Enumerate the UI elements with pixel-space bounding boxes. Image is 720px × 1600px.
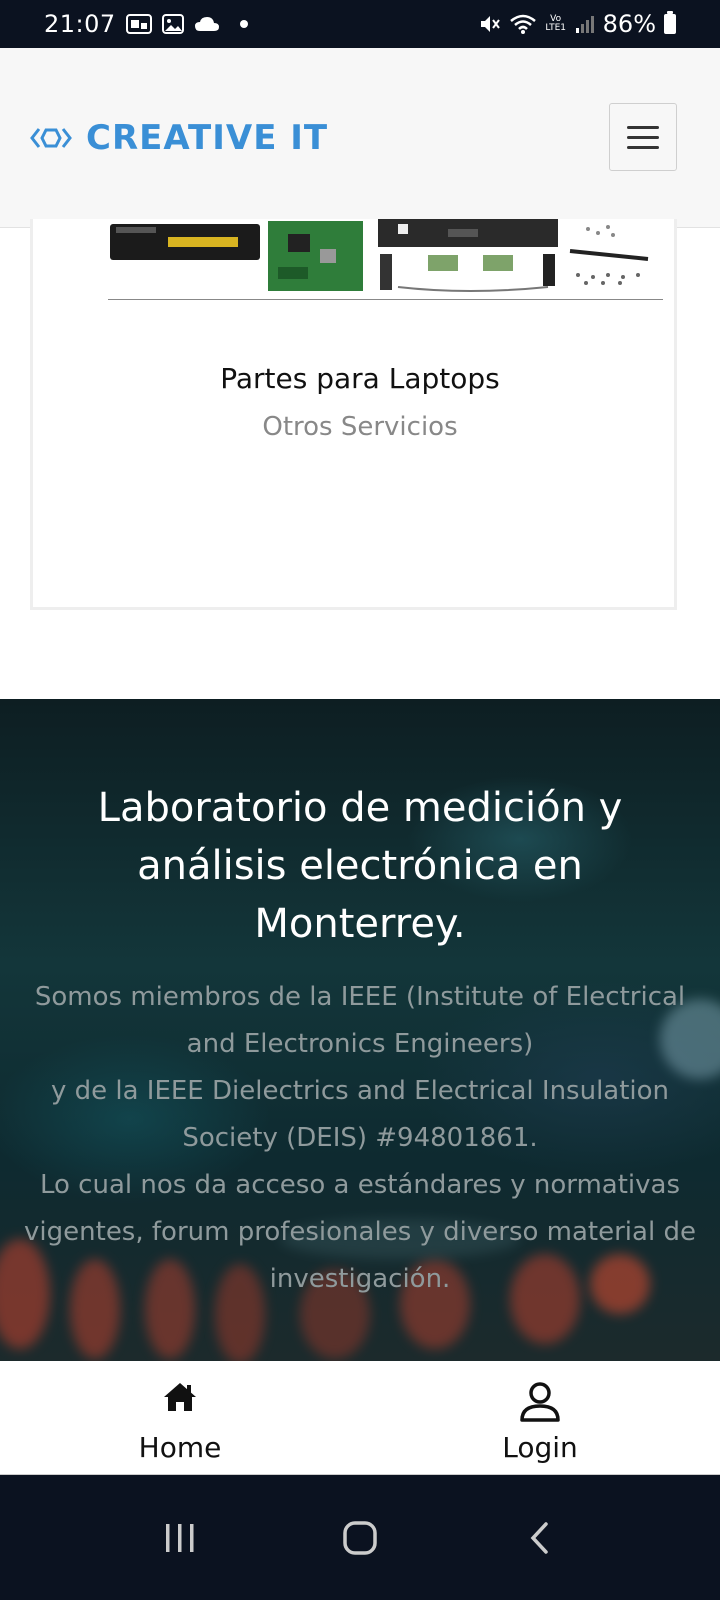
card-title[interactable]: Partes para Laptops <box>0 362 720 395</box>
lab-description: Somos miembros de la IEEE (Institute of … <box>20 974 700 1303</box>
battery-percent: 86% <box>602 10 656 38</box>
nav-login[interactable]: Login <box>360 1361 720 1475</box>
battery-icon <box>664 11 676 34</box>
back-button[interactable] <box>510 1508 570 1568</box>
logo[interactable]: CREATIVE IT <box>30 118 328 158</box>
lab-body-line: y de la IEEE Dielectrics and Electrical … <box>50 1076 670 1153</box>
system-nav-bar <box>0 1475 720 1600</box>
hamburger-menu-icon <box>627 125 659 129</box>
laptop-parts-image <box>110 219 649 292</box>
recent-apps-icon <box>166 1523 194 1552</box>
home-circle-icon <box>343 1520 377 1555</box>
image-icon <box>161 14 184 34</box>
logo-mark-icon <box>30 128 72 148</box>
system-home-button[interactable] <box>330 1508 390 1568</box>
signal-icon <box>575 14 595 34</box>
mute-icon <box>479 13 501 35</box>
status-bar: 21:07 Vo LTE1 86% <box>0 0 720 48</box>
status-left: 21:07 <box>44 10 248 38</box>
nav-home-label: Home <box>138 1431 222 1464</box>
nav-home[interactable]: Home <box>0 1361 360 1475</box>
dot-icon <box>239 20 248 28</box>
card-subtitle: Otros Servicios <box>262 412 458 442</box>
wifi-icon <box>509 13 537 35</box>
card-divider <box>108 299 663 300</box>
cloud-icon <box>194 15 220 33</box>
hamburger-menu-button[interactable] <box>609 103 677 171</box>
site-header: CREATIVE IT <box>0 48 720 228</box>
back-icon <box>530 1521 548 1554</box>
logo-text: CREATIVE IT <box>86 118 329 158</box>
bottom-nav: Home Login <box>0 1361 720 1475</box>
lab-body-line: Lo cual nos da acceso a estándares y nor… <box>24 1170 696 1294</box>
notification-box-icon <box>125 14 152 34</box>
lab-section: Laboratorio de medición y análisis elect… <box>0 699 720 1361</box>
status-right: Vo LTE1 86% <box>479 10 676 38</box>
recent-apps-button[interactable] <box>150 1508 210 1568</box>
lab-body-line: Somos miembros de la IEEE (Institute of … <box>34 982 686 1059</box>
product-section: Partes para Laptops Otros Servicios <box>0 219 720 699</box>
nav-login-label: Login <box>502 1431 578 1464</box>
volte-icon: Vo LTE1 <box>545 14 566 33</box>
lab-title: Laboratorio de medición y análisis elect… <box>97 785 623 947</box>
home-icon <box>164 1383 196 1411</box>
user-icon <box>520 1382 560 1422</box>
status-time: 21:07 <box>44 10 116 38</box>
